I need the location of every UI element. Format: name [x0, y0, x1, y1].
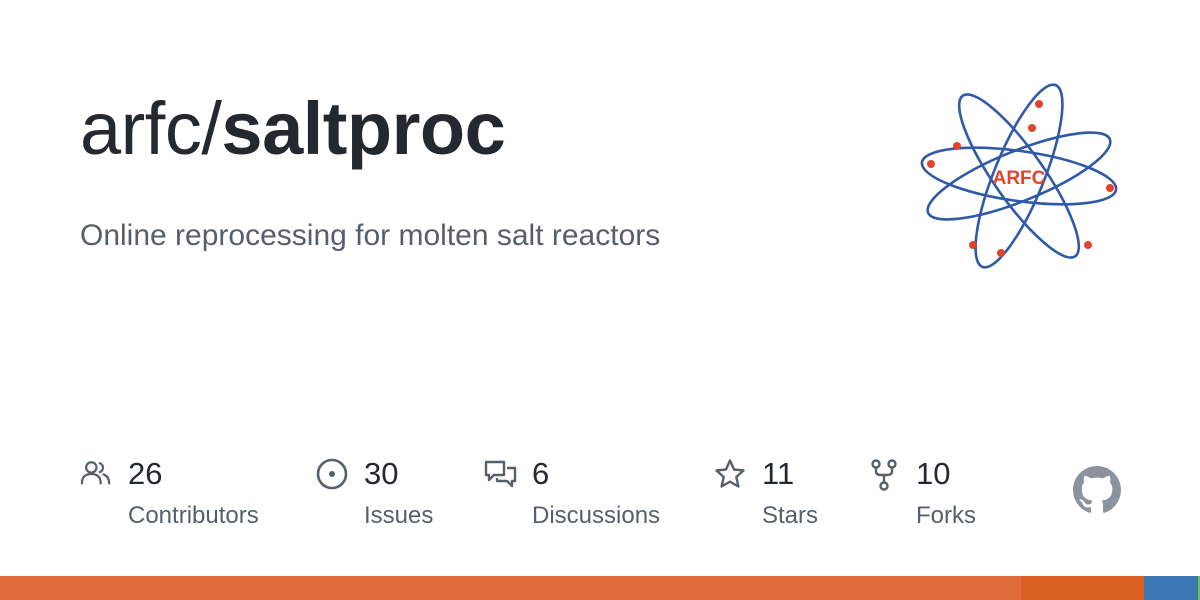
github-octocat-icon[interactable]	[1073, 466, 1121, 514]
discussions-label: Discussions	[532, 502, 661, 529]
fork-icon	[871, 459, 897, 491]
stat-stars[interactable]: 11 Stars	[714, 456, 844, 536]
issues-label: Issues	[364, 502, 434, 529]
people-icon	[80, 461, 111, 485]
arfc-logo-text: ARFC	[993, 168, 1046, 189]
discussions-count: 6	[532, 456, 550, 491]
contributors-label: Contributors	[128, 502, 259, 529]
discussion-bubbles-icon	[484, 460, 517, 488]
language-bar	[0, 576, 1200, 600]
forks-count: 10	[916, 456, 951, 491]
stars-label: Stars	[762, 502, 819, 529]
contributors-count: 26	[128, 456, 163, 491]
stars-count: 11	[762, 456, 795, 491]
repo-title[interactable]: arfc/saltproc	[80, 92, 506, 166]
repo-name[interactable]: saltproc	[221, 87, 505, 170]
language-segment-1	[1021, 576, 1144, 600]
arfc-logo: ARFC	[920, 83, 1118, 269]
stat-forks[interactable]: 10 Forks	[868, 456, 998, 536]
language-segment-2	[1143, 576, 1198, 600]
repo-description: Online reprocessing for molten salt reac…	[80, 219, 661, 252]
stat-issues[interactable]: 30 Issues	[316, 456, 456, 536]
repo-separator: /	[201, 87, 222, 170]
stat-contributors[interactable]: 26 Contributors	[80, 456, 280, 536]
star-icon	[715, 459, 745, 488]
language-segment-0	[0, 576, 1022, 600]
forks-label: Forks	[916, 502, 976, 529]
issues-count: 30	[364, 456, 399, 491]
repo-owner[interactable]: arfc	[80, 87, 202, 170]
stat-discussions[interactable]: 6 Discussions	[484, 456, 684, 536]
issue-circle-icon	[316, 458, 348, 490]
